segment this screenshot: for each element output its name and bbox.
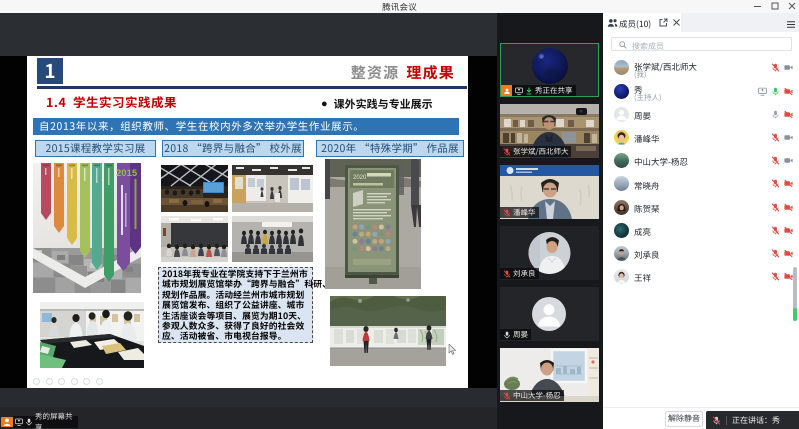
svg-text:2015: 2015 [116,168,138,179]
svg-text:2020: 2020 [353,175,367,181]
